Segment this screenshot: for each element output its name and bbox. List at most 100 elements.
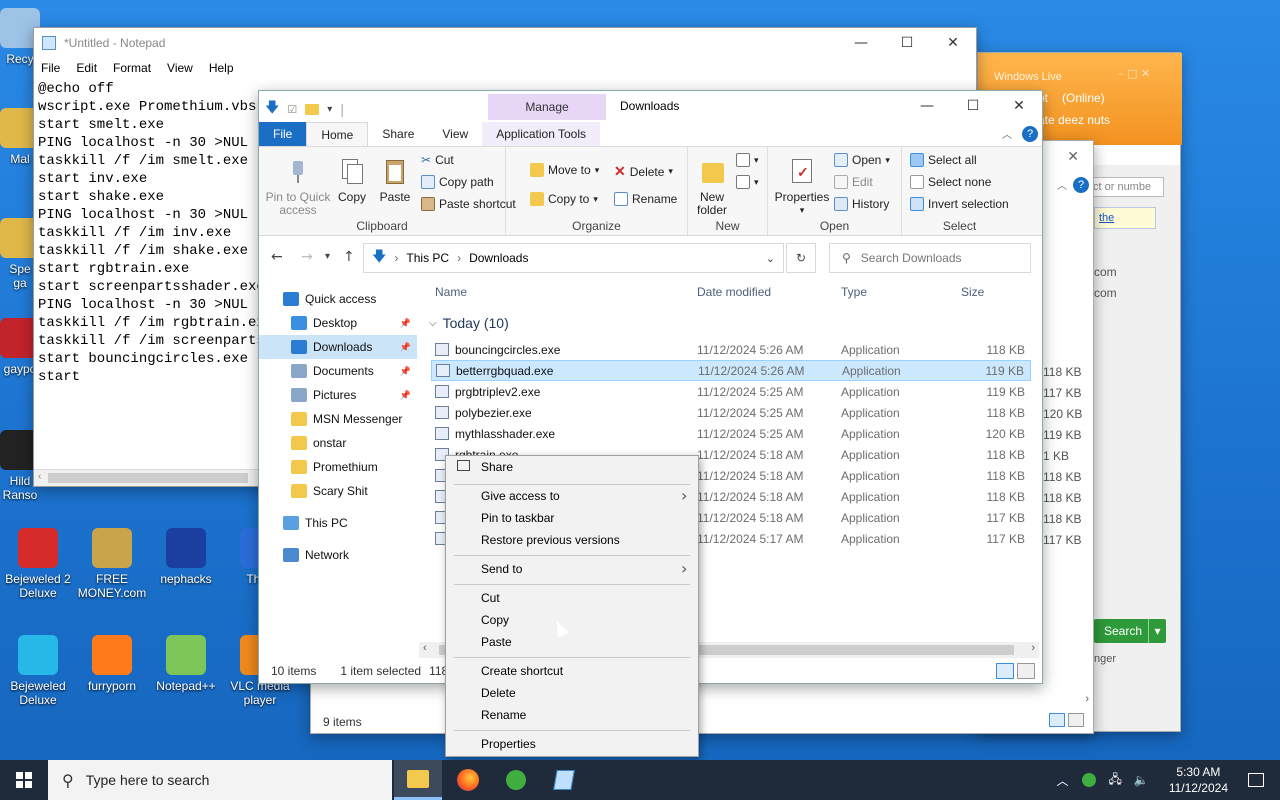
close-button[interactable]: ✕ <box>930 28 976 58</box>
tab-home[interactable]: Home <box>306 122 369 146</box>
messenger-link[interactable]: the <box>1094 207 1156 229</box>
history-button[interactable]: History <box>834 197 889 211</box>
taskbar-file-explorer[interactable] <box>394 760 442 800</box>
nav-item-documents[interactable]: Documents 📌 <box>259 359 417 383</box>
context-menu-item-restore-previous-versions[interactable]: Restore previous versions <box>481 533 691 547</box>
notification-icon[interactable] <box>1248 773 1264 787</box>
maximize-button[interactable]: ☐ <box>884 28 930 58</box>
taskbar-messenger[interactable] <box>492 760 540 800</box>
chevron-right-icon[interactable]: › <box>1085 693 1089 705</box>
nav-item-msn-messenger[interactable]: MSN Messenger <box>259 407 417 431</box>
select-all-button[interactable]: Select all <box>910 153 977 167</box>
file-row[interactable]: betterrgbquad.exe 11/12/2024 5:26 AM Appli… <box>431 360 1031 381</box>
file-row[interactable]: prgbtriplev2.exe 11/12/2024 5:25 AM Applic… <box>431 381 1031 402</box>
clock[interactable]: 5:30 AM 11/12/2024 <box>1169 764 1228 796</box>
context-menu-item-pin-to-taskbar[interactable]: Pin to taskbar <box>481 511 691 525</box>
tab-file[interactable]: File <box>259 122 307 146</box>
messenger-item-3[interactable]: com <box>1094 286 1117 300</box>
paste-button[interactable]: Paste <box>375 157 415 204</box>
desktop-icon[interactable]: Bejeweled 2 Deluxe <box>0 528 76 600</box>
context-menu-item-send-to[interactable]: Send to › <box>481 559 691 578</box>
volume-icon[interactable]: 🔈 <box>1134 773 1149 787</box>
notepad-menu-view[interactable]: View <box>167 61 193 75</box>
file-row[interactable]: mythlasshader.exe 11/12/2024 5:25 AM Appli… <box>431 423 1031 444</box>
taskbar-search-box[interactable]: ⚲ Type here to search <box>48 760 392 800</box>
file-row[interactable]: bouncingcircles.exe 11/12/2024 5:26 AM App… <box>431 339 1031 360</box>
column-header-type[interactable]: Type <box>841 285 867 299</box>
column-header-date-modified[interactable]: Date modified <box>697 285 771 299</box>
cut-button[interactable]: ✂ Cut <box>421 153 454 167</box>
minimize-button[interactable]: — <box>838 28 884 58</box>
nav-item-this-pc[interactable]: This PC <box>259 511 417 535</box>
context-menu-item-copy[interactable]: Copy <box>481 613 691 627</box>
context-menu-item-rename[interactable]: Rename <box>481 708 691 722</box>
desktop-icon[interactable]: FREE MONEY.com <box>74 528 150 600</box>
back-button[interactable]: ← <box>271 249 283 265</box>
breadcrumb-this-pc[interactable]: This PC <box>406 251 449 265</box>
notepad-menu-help[interactable]: Help <box>209 61 234 75</box>
minimize-button[interactable]: — <box>904 91 950 121</box>
pin-to-quick-access-button[interactable]: Pin to Quick access <box>263 157 333 217</box>
edit-button[interactable]: Edit <box>834 175 873 189</box>
messenger-status[interactable]: (Online) <box>1062 91 1105 105</box>
notepad-menu-file[interactable]: File <box>41 61 60 75</box>
desktop-icon[interactable]: furryporn <box>74 635 150 693</box>
new-item-button[interactable]: ▾ <box>736 153 759 167</box>
copy-path-button[interactable]: Copy path <box>421 175 494 189</box>
move-to-button[interactable]: Move to ▾ <box>530 163 599 177</box>
chevron-up-icon[interactable]: ︿ <box>1056 772 1068 789</box>
messenger-personal-message[interactable]: ate deez nuts <box>1038 113 1110 127</box>
taskbar-firefox[interactable] <box>444 760 492 800</box>
invert-selection-button[interactable]: Invert selection <box>910 197 1009 211</box>
address-dropdown-icon[interactable]: ⌄ <box>766 252 775 265</box>
search-input[interactable]: ⚲ Search Downloads <box>829 243 1031 273</box>
nav-item-desktop[interactable]: Desktop 📌 <box>259 311 417 335</box>
copy-to-button[interactable]: Copy to ▾ <box>530 192 598 206</box>
customize-toolbar-icon[interactable]: ▾ <box>327 104 332 115</box>
context-menu-item-properties[interactable]: Properties <box>481 737 691 751</box>
chevron-up-icon[interactable]: ︿ <box>1057 177 1067 192</box>
tab-view[interactable]: View <box>428 122 482 146</box>
context-menu-item-cut[interactable]: Cut <box>481 591 691 605</box>
nav-item-pictures[interactable]: Pictures 📌 <box>259 383 417 407</box>
help-icon[interactable]: ? <box>1073 177 1089 193</box>
notepad-menu-edit[interactable]: Edit <box>76 61 97 75</box>
close-icon[interactable]: ✕ <box>1067 149 1079 165</box>
chevron-up-icon[interactable]: ︿ <box>1002 126 1012 141</box>
close-button[interactable]: ✕ <box>996 91 1042 121</box>
context-menu-item-paste[interactable]: Paste <box>481 635 691 649</box>
context-menu-item-give-access-to[interactable]: Give access to › <box>481 486 691 505</box>
file-row[interactable]: polybezier.exe 11/12/2024 5:25 AM Applicat… <box>431 402 1031 423</box>
context-menu-item-create-shortcut[interactable]: Create shortcut <box>481 664 691 678</box>
help-icon[interactable]: ? <box>1022 126 1038 142</box>
nav-item-promethium[interactable]: Promethium <box>259 455 417 479</box>
address-bar[interactable]: 🡇 › This PC › Downloads ⌄ <box>363 243 784 273</box>
start-button[interactable] <box>0 760 48 800</box>
context-menu-item-delete[interactable]: Delete <box>481 686 691 700</box>
copy-button[interactable]: Copy <box>335 157 369 204</box>
breadcrumb-downloads[interactable]: Downloads <box>469 251 528 265</box>
messenger-item-2[interactable]: com <box>1094 265 1117 279</box>
up-button[interactable]: ↑ <box>343 249 355 265</box>
column-header-size[interactable]: Size <box>961 285 984 299</box>
view-toggle[interactable] <box>996 663 1038 681</box>
properties-check-icon[interactable]: ☑ <box>287 103 297 116</box>
paste-shortcut-button[interactable]: Paste shortcut <box>421 197 516 211</box>
select-none-button[interactable]: Select none <box>910 175 991 189</box>
new-folder-button[interactable]: New folder <box>692 157 732 217</box>
manage-tab-header[interactable]: Manage <box>488 94 606 120</box>
desktop-icon[interactable]: nephacks <box>148 528 224 586</box>
notepad-menu-format[interactable]: Format <box>113 61 151 75</box>
group-header-today[interactable]: ⌵ Today (10) <box>429 315 509 331</box>
taskbar-notepad[interactable] <box>540 760 588 800</box>
tab-share[interactable]: Share <box>368 122 428 146</box>
refresh-button[interactable]: ↻ <box>786 243 816 273</box>
network-icon[interactable]: 🖧 <box>1108 770 1121 791</box>
nav-item-quick-access[interactable]: Quick access <box>259 287 417 311</box>
recent-locations-button[interactable]: ▾ <box>325 251 330 262</box>
messenger-tray-icon[interactable] <box>1082 773 1097 787</box>
tab-application-tools[interactable]: Application Tools <box>482 122 601 146</box>
folder-icon[interactable] <box>305 103 320 115</box>
nav-item-scary-shit[interactable]: Scary Shit <box>259 479 417 503</box>
forward-button[interactable]: → <box>301 249 313 265</box>
